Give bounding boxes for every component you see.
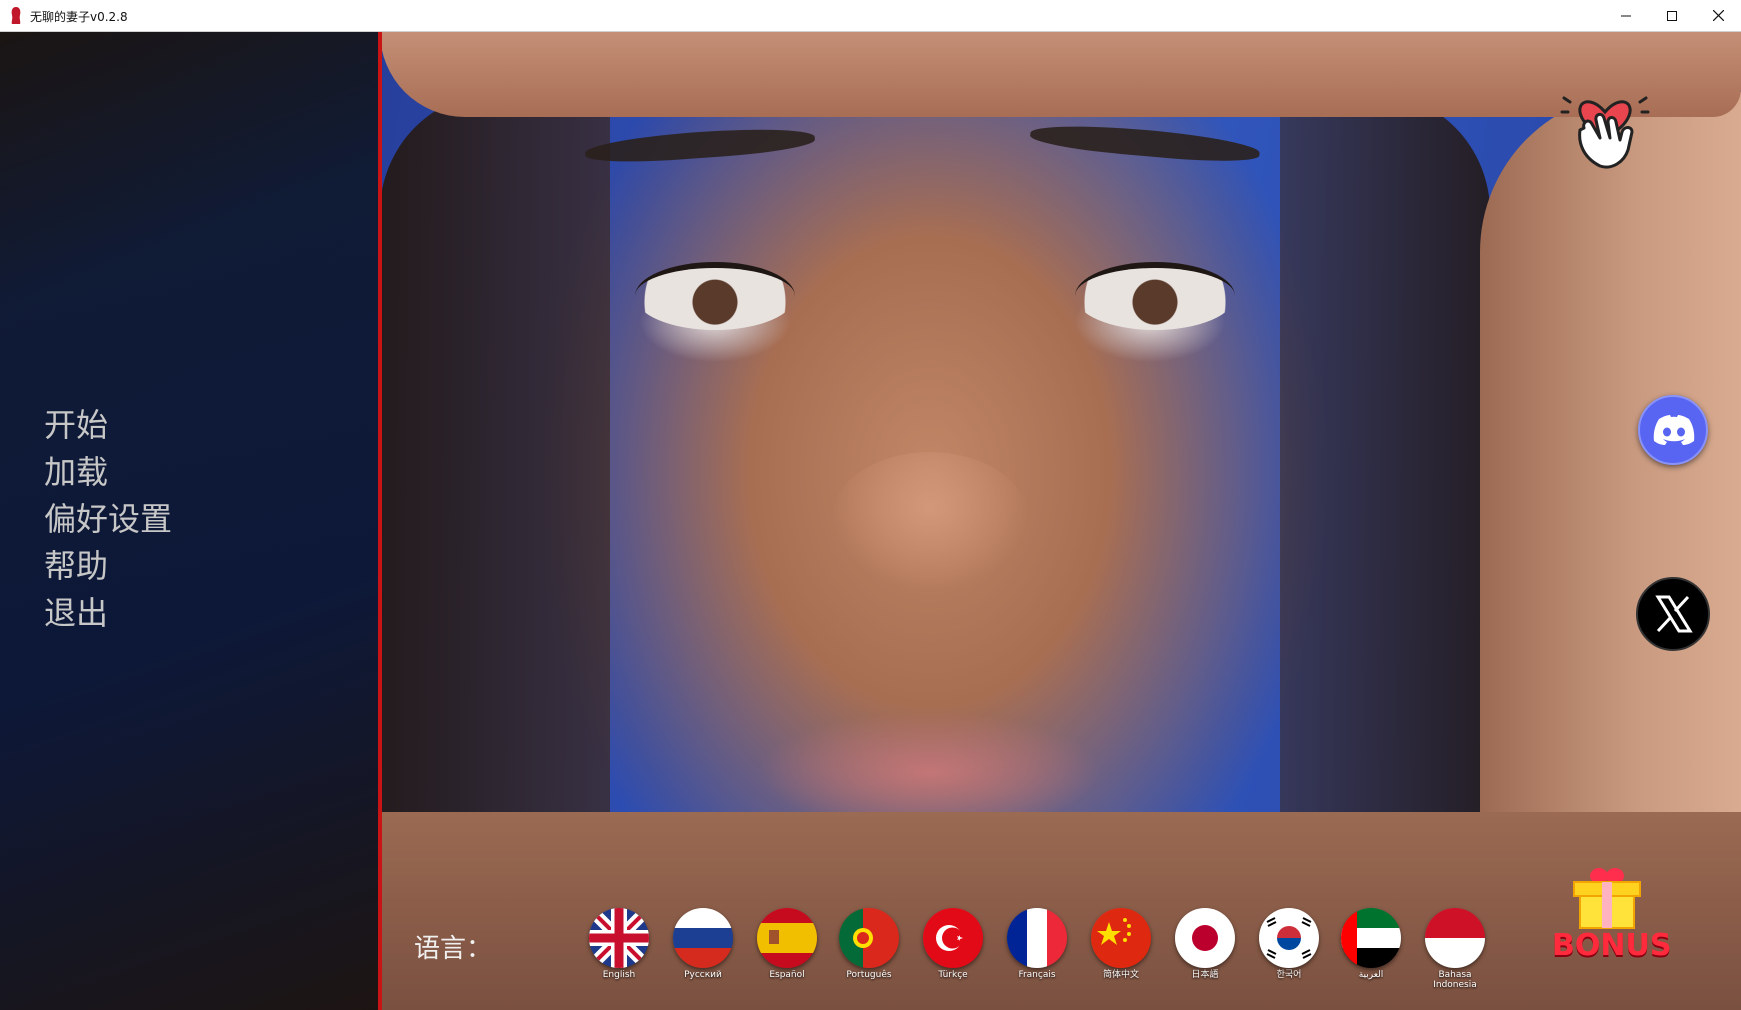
language-portuguese-label: Português [846,970,892,980]
heart-hand-icon [1560,96,1650,169]
france-flag-icon [1007,908,1067,968]
x-logo-icon [1655,595,1693,633]
close-icon [1712,10,1724,21]
menu-item-preferences[interactable]: 偏好设置 [44,496,172,543]
language-arabic[interactable]: العربية [1331,908,1411,980]
main-menu: 开始 加载 偏好设置 帮助 退出 [44,402,172,637]
x-social-button[interactable] [1636,577,1710,651]
close-button[interactable] [1695,0,1741,31]
eyebrow-right [1029,120,1261,166]
window-titlebar: 无聊的妻子v0.2.8 [0,0,1741,32]
language-chinese[interactable]: 简体中文 [1081,908,1161,980]
language-japanese-label: 日本語 [1191,970,1219,980]
korea-flag-icon [1259,908,1319,968]
window-title: 无聊的妻子v0.2.8 [30,10,128,24]
eye-right [1075,262,1235,330]
turkey-flag-icon [923,908,983,968]
menu-item-help[interactable]: 帮助 [44,543,172,590]
language-korean[interactable]: 한국어 [1249,908,1329,980]
language-indonesian[interactable]: Bahasa Indonesia [1415,908,1495,990]
app-icon [11,7,21,24]
russia-flag-icon [673,908,733,968]
support-button[interactable] [1560,72,1650,172]
language-korean-label: 한국어 [1276,970,1302,980]
language-russian-label: Русский [684,970,722,980]
language-japanese[interactable]: 日本語 [1165,908,1245,980]
discord-button[interactable] [1638,395,1708,465]
china-flag-icon [1091,908,1151,968]
language-indonesian-label: Bahasa Indonesia [1433,970,1477,990]
language-portuguese[interactable]: Português [829,908,909,980]
bonus-button[interactable]: BONUS [1552,862,1672,972]
language-russian[interactable]: Русский [663,908,743,980]
main-menu-divider [378,32,382,1010]
menu-item-load[interactable]: 加载 [44,449,172,496]
japan-flag-icon [1175,908,1235,968]
indonesia-flag-icon [1425,908,1485,968]
language-spanish-label: Español [769,970,805,980]
uae-flag-icon [1341,908,1401,968]
language-label: 语言： [414,934,493,964]
eyebrow-left [584,124,816,166]
gift-icon [1573,868,1641,929]
portugal-flag-icon [839,908,899,968]
minimize-button[interactable] [1603,0,1649,31]
minimize-icon [1621,15,1631,16]
background-arm-top [380,32,1741,117]
menu-item-quit[interactable]: 退出 [44,590,172,637]
language-french[interactable]: Français [997,908,1077,980]
bonus-label: BONUS [1552,928,1672,963]
language-english-label: English [602,970,636,980]
eye-left [635,262,795,330]
language-turkish-label: Türkçe [938,970,968,980]
background-hair-right [1280,92,1490,912]
maximize-icon [1667,10,1677,21]
background-hair-left [380,92,610,922]
game-viewport: 开始 加载 偏好设置 帮助 退出 语言： English Русский Esp… [0,32,1741,1010]
language-arabic-label: العربية [1358,970,1384,980]
language-french-label: Français [1018,970,1056,980]
language-english[interactable]: English [579,908,659,980]
discord-icon [1653,415,1695,445]
menu-item-start[interactable]: 开始 [44,402,172,449]
uk-flag-icon [589,908,649,968]
spain-flag-icon [757,908,817,968]
nose [830,452,1030,592]
language-turkish[interactable]: Türkçe [913,908,993,980]
language-spanish[interactable]: Español [747,908,827,980]
maximize-button[interactable] [1649,0,1695,31]
language-chinese-label: 简体中文 [1102,970,1139,980]
